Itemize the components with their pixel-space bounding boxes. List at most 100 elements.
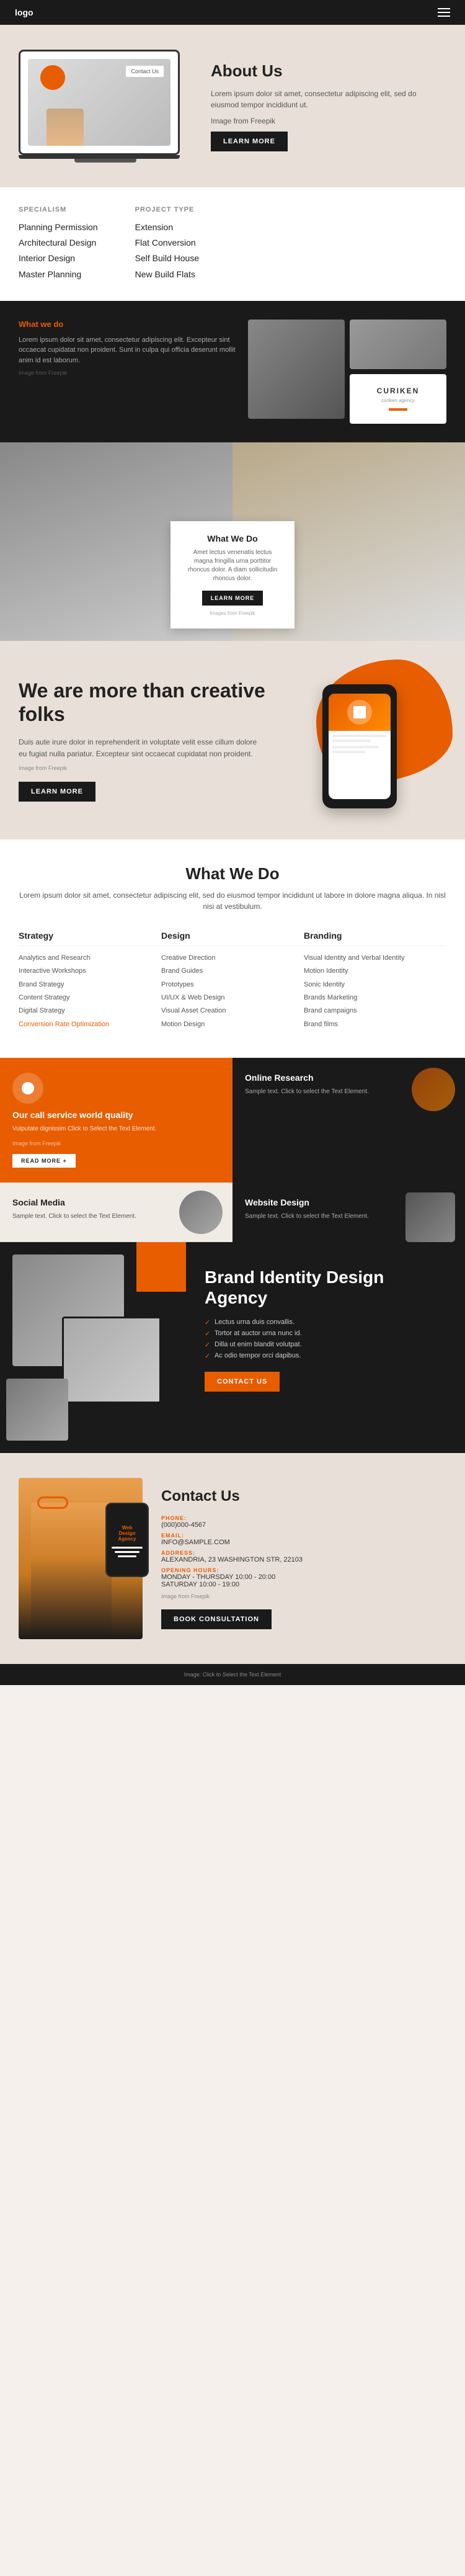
list-item: Motion Identity <box>304 967 446 976</box>
whatwedo-card: What We Do Amet lectus venenatis lectus … <box>170 521 294 628</box>
brand-images <box>0 1242 186 1453</box>
whatwedo-table-section: What We Do Lorem ipsum dolor sit amet, c… <box>0 839 465 1058</box>
about-cta-button[interactable]: LEARN MORE <box>211 132 288 151</box>
whatwedo-card-body: Amet lectus venenatis lectus magna fring… <box>185 548 280 583</box>
hamburger-menu[interactable] <box>438 8 450 17</box>
twoppl-section: What We Do Amet lectus venenatis lectus … <box>0 442 465 641</box>
brand-cta-button[interactable]: CONTACT US <box>205 1372 280 1392</box>
strategy-heading: Strategy <box>19 931 161 946</box>
call-icon-circle <box>12 1073 43 1104</box>
about-content: About Us Lorem ipsum dolor sit amet, con… <box>211 61 446 151</box>
orange-corner-decoration <box>136 1242 186 1292</box>
service-cards-section: Our call service world quality Vulputate… <box>0 1058 465 1242</box>
list-item: Analytics and Research <box>19 954 161 963</box>
website-design-card: Website Design Sample text. Click to sel… <box>232 1183 465 1242</box>
list-item: Interactive Workshops <box>19 967 161 976</box>
list-item-highlight[interactable]: Conversion Rate Optimization <box>19 1020 161 1029</box>
laptop-label: Contact Us <box>125 65 164 78</box>
whatwedo1-img-1 <box>248 320 345 419</box>
list-item: Brands Marketing <box>304 993 446 1003</box>
contact-content: Contact Us PHONE: (000)000-4567 EMAIL: I… <box>161 1488 446 1629</box>
about-title: About Us <box>211 61 446 81</box>
list-item: Motion Design <box>161 1020 304 1029</box>
list-item: Brand Guides <box>161 967 304 976</box>
logo: logo <box>15 7 33 17</box>
creative-section: We are more than creative folks Duis aut… <box>0 641 465 839</box>
footer-text: Image: Click to Select the Text Element <box>15 1671 450 1678</box>
contact-email-label: EMAIL: <box>161 1532 446 1539</box>
about-section: Contact Us About Us Lorem ipsum dolor si… <box>0 25 465 187</box>
contact-phone-value: (000)000-4567 <box>161 1521 446 1529</box>
list-item: Digital Strategy <box>19 1006 161 1016</box>
whatwedo1-img-2 <box>350 320 446 369</box>
call-service-cta[interactable]: READ MORE + <box>12 1154 76 1168</box>
footer: Image: Click to Select the Text Element <box>0 1664 465 1685</box>
list-item: Prototypes <box>161 980 304 990</box>
creative-source: Image from Freepik <box>19 764 267 772</box>
contact-heading: Contact Us <box>161 1488 446 1505</box>
contact-phone-item: PHONE: (000)000-4567 <box>161 1515 446 1529</box>
about-source: Image from Freepik <box>211 115 446 127</box>
checklist-item: Lectus urna duis convallis. <box>205 1318 446 1326</box>
contact-person: WebDesignAgency <box>19 1478 143 1639</box>
list-item: Content Strategy <box>19 993 161 1003</box>
strategy-list: Analytics and Research Interactive Works… <box>19 954 161 1029</box>
curiken-sub: curiken agency <box>381 398 415 403</box>
curiken-box: CURIKEN curiken agency <box>350 374 446 424</box>
strategy-col: Strategy Analytics and Research Interact… <box>19 931 161 1033</box>
header: logo <box>0 0 465 25</box>
specialism-heading: Specialism <box>19 206 98 213</box>
list-item: Brand Strategy <box>19 980 161 990</box>
creative-cta-button[interactable]: LEARN MORE <box>19 782 95 802</box>
call-service-heading: Our call service world quality <box>12 1110 220 1120</box>
brand-img-3 <box>6 1379 68 1441</box>
contact-phone-mock: WebDesignAgency <box>105 1503 149 1577</box>
branding-col: Branding Visual Identity and Verbal Iden… <box>304 931 446 1033</box>
list-item: UI/UX & Web Design <box>161 993 304 1003</box>
contact-hours-item: OPENING HOURS: MONDAY - THURSDAY 10:00 -… <box>161 1567 446 1588</box>
whatwedo1-left: What we do Lorem ipsum dolor sit amet, c… <box>19 320 238 382</box>
phone-mockup <box>322 684 397 808</box>
curiken-logo: CURIKEN <box>377 387 420 395</box>
list-item: Sonic Identity <box>304 980 446 990</box>
call-service-body: Vulputate dignissim Click to Select the … <box>12 1125 220 1134</box>
design-heading: Design <box>161 931 304 946</box>
specs-section: Specialism Planning PermissionArchitectu… <box>0 187 465 301</box>
contact-section: WebDesignAgency Contact Us PHONE: (000)0… <box>0 1453 465 1664</box>
whatwedo1-source: Image from Freepik <box>19 369 238 378</box>
contact-hours-label: OPENING HOURS: <box>161 1567 446 1573</box>
whatwedo1-heading: What we do <box>19 320 238 329</box>
project-type-heading: Project type <box>135 206 200 213</box>
list-item: Brand films <box>304 1020 446 1029</box>
creative-body: Duis aute irure dolor in reprehenderit i… <box>19 736 267 760</box>
specialism-col: Specialism Planning PermissionArchitectu… <box>19 206 98 282</box>
whatwedo-card-cta[interactable]: LEARN MORE <box>202 591 264 606</box>
online-research-card: Online Research Sample text. Click to se… <box>232 1058 465 1183</box>
brand-checklist: Lectus urna duis convallis. Tortor at au… <box>205 1318 446 1359</box>
checklist-item: Dilla ut enim blandit volutpat. <box>205 1341 446 1348</box>
branding-heading: Branding <box>304 931 446 946</box>
list-item: Brand campaigns <box>304 1006 446 1016</box>
service-cards-grid: Our call service world quality Vulputate… <box>0 1058 465 1242</box>
social-media-icon <box>179 1191 223 1234</box>
contact-address-item: ADDRESS: ALEXANDRIA, 23 WASHINGTON STR, … <box>161 1550 446 1563</box>
creative-left: We are more than creative folks Duis aut… <box>19 679 267 802</box>
contact-email-value: INFO@SAMPLE.COM <box>161 1539 446 1546</box>
contact-phone-label: PHONE: <box>161 1515 446 1521</box>
website-design-icon <box>405 1192 455 1242</box>
design-col: Design Creative Direction Brand Guides P… <box>161 931 304 1033</box>
project-type-items: ExtensionFlat ConversionSelf Build House… <box>135 220 200 282</box>
whatwedo-table-heading: What We Do <box>19 864 446 883</box>
services-grid: Strategy Analytics and Research Interact… <box>19 931 446 1033</box>
list-item: Creative Direction <box>161 954 304 963</box>
contact-cta-button[interactable]: BOOK CONSULTATION <box>161 1609 272 1629</box>
contact-source: Image from Freepik <box>161 1593 446 1599</box>
design-list: Creative Direction Brand Guides Prototyp… <box>161 954 304 1029</box>
whatwedo-card-title: What We Do <box>185 534 280 543</box>
whatwedo1-images: CURIKEN curiken agency <box>248 320 446 424</box>
call-service-card: Our call service world quality Vulputate… <box>0 1058 232 1183</box>
social-media-card: Social Media Sample text. Click to selec… <box>0 1183 232 1242</box>
whatwedo1-body: Lorem ipsum dolor sit amet, consectetur … <box>19 335 238 366</box>
about-body: Lorem ipsum dolor sit amet, consectetur … <box>211 88 446 110</box>
laptop-mockup: Contact Us <box>19 50 192 163</box>
